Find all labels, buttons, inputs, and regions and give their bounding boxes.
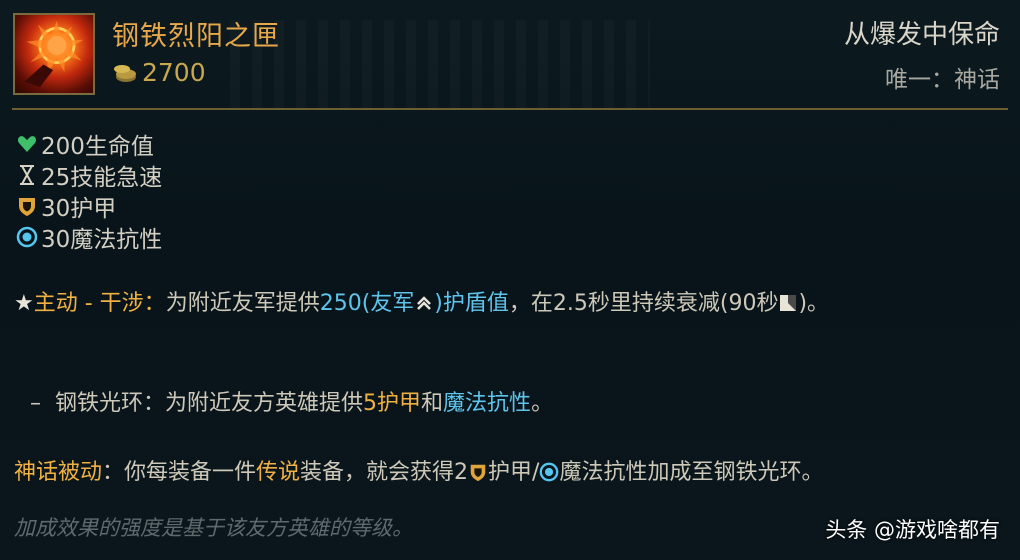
aura-passive: – 钢铁光环：为附近友方英雄提供5护甲和魔法抗性。 [30,391,554,416]
level-up-icon [417,296,432,310]
stat-ability-haste: 25技能急速 [16,159,163,191]
stats-list: 200生命值 25技能急速 30护甲 30魔法抗性 [16,128,163,253]
item-tagline: 从爆发中保命 [843,20,1000,50]
aura-armor: 5护甲 [363,391,422,416]
gold-coin-icon [114,64,136,82]
item-rarity: 唯一：神话 [885,67,1000,93]
stat-health: 200生命值 [16,128,162,160]
hourglass-icon [20,164,34,185]
active-shield-value: 250(友军 [319,291,415,316]
aura-dash: – [30,391,41,416]
cooldown-icon [780,295,797,311]
watermark: 头条 @游戏啥都有 [825,518,1000,542]
magic-resist-icon [16,226,38,247]
mythic-passive: 神话被动：你每装备一件传说装备，就会获得2 护甲/魔法抗性加成至钢铁光环。 [14,460,824,485]
stat-text: 30魔法抗性 [41,226,163,253]
background-texture [230,20,650,110]
item-name: 钢铁烈阳之匣 [112,21,280,52]
aura-mr: 魔法抗性 [443,391,532,416]
shield-icon [19,197,35,216]
mythic-label: 神话被动 [14,460,103,485]
active-label: 主动 - 干涉 [33,291,144,316]
item-tooltip: 钢铁烈阳之匣 2700 从爆发中保命 唯一：神话 200生命值 25技能急速 3… [0,0,1020,560]
aura-label: 钢铁光环 [55,391,144,416]
stat-text: 25技能急速 [41,164,163,191]
stat-armor: 30护甲 [16,190,162,222]
stat-text: 30护甲 [41,195,117,222]
legendary-keyword: 传说 [256,460,301,485]
item-icon [13,13,95,95]
stat-magic-resist: 30魔法抗性 [16,221,163,253]
stat-text: 200生命值 [41,133,154,160]
active-ability: ★主动 - 干涉：为附近友军提供250(友军)护盾值，在2.5秒里持续衰减(90… [14,291,830,316]
heart-icon [17,135,37,152]
header-divider [12,108,1008,110]
footnote: 加成效果的强度是基于该友方英雄的等级。 [14,516,413,540]
shield-icon [470,464,486,482]
star-icon: ★ [14,291,34,316]
sun-icon [24,20,84,88]
item-cost-value: 2700 [142,58,206,87]
item-cost: 2700 [112,58,206,87]
magic-resist-icon [540,462,559,482]
